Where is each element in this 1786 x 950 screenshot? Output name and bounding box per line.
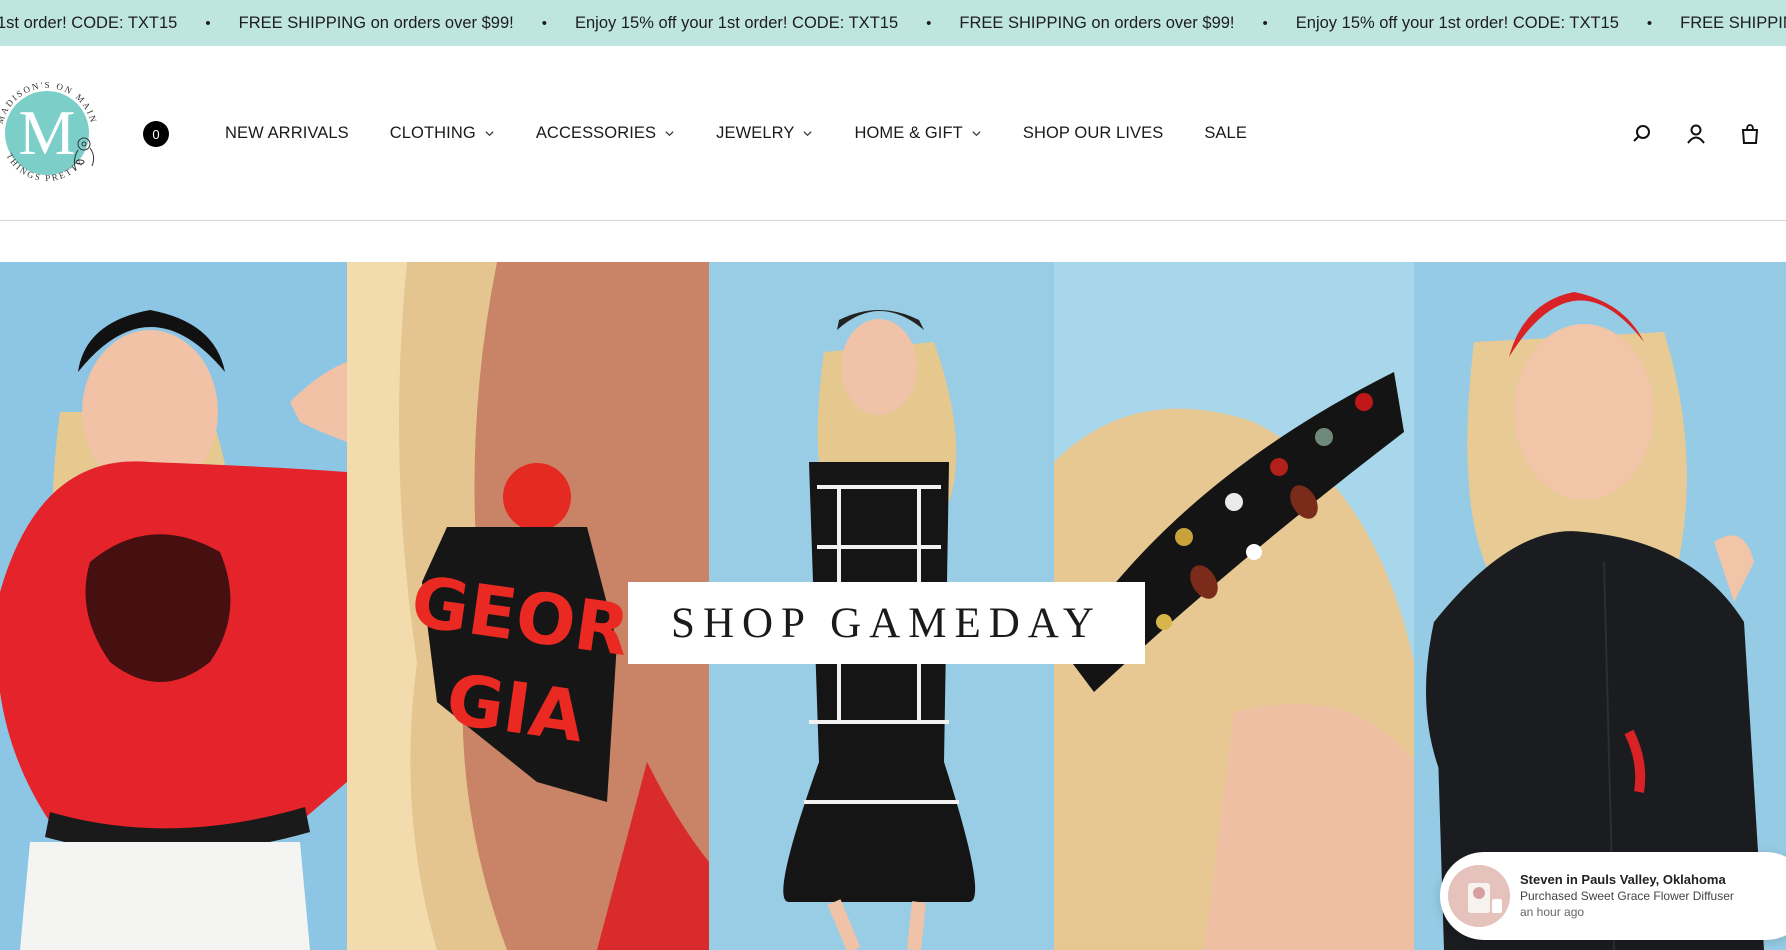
announcement-separator: • [926, 14, 932, 32]
shop-gameday-button[interactable]: SHOP GAMEDAY [628, 582, 1145, 664]
notification-time: an hour ago [1520, 905, 1585, 919]
site-header: M MADISON'S ON MAIN THINGS PRETTY NEW AR… [0, 46, 1786, 221]
nav-home-gift[interactable]: HOME & GIFT [854, 124, 981, 143]
chevron-down-icon [485, 131, 494, 137]
hero-banner[interactable]: GEOR GIA SHOP GAMEDAY [0, 262, 1786, 950]
nav-label: ACCESSORIES [535, 124, 657, 142]
logo-letter: M [19, 97, 76, 168]
chevron-down-icon [972, 131, 981, 137]
announcement-message: FREE SHIPPING on orders over $99! [959, 13, 1235, 32]
product-thumbnail [1448, 865, 1510, 927]
announcement-bar: 1st order! CODE: TXT15 • FREE SHIPPING o… [0, 0, 1786, 46]
cart-icon[interactable] [1738, 122, 1762, 146]
header-actions [1630, 46, 1786, 221]
nav-label: SHOP OUR LIVES [1022, 124, 1164, 142]
nav-shop-our-lives[interactable]: SHOP OUR LIVES [1023, 124, 1163, 143]
announcement-separator: • [205, 14, 211, 32]
nav-label: NEW ARRIVALS [225, 124, 349, 142]
account-icon[interactable] [1684, 122, 1708, 146]
notification-title: Steven in Pauls Valley, Oklahoma [1520, 872, 1726, 887]
store-logo[interactable]: M MADISON'S ON MAIN THINGS PRETTY [0, 74, 106, 192]
nav-label: HOME & GIFT [854, 124, 963, 142]
hero-image-blouse[interactable] [1414, 262, 1786, 950]
nav-label: CLOTHING [389, 124, 476, 142]
nav-label: JEWELRY [716, 124, 795, 142]
announcement-separator: • [1262, 14, 1268, 32]
announcement-message: Enjoy 15% off your 1st order! CODE: TXT1… [575, 13, 899, 32]
notification-text: Steven in Pauls Valley, Oklahoma Purchas… [1520, 872, 1734, 920]
chevron-down-icon [665, 131, 674, 137]
announcement-message: FREE SHIPPING on orders over $99! [238, 13, 514, 32]
chevron-down-icon [803, 131, 813, 137]
nav-label: SALE [1204, 124, 1247, 142]
notification-action: Purchased Sweet Grace Flower Diffuser [1520, 889, 1734, 903]
cart-count-badge[interactable]: 0 [143, 121, 169, 147]
sales-notification-popup[interactable]: Steven in Pauls Valley, Oklahoma Purchas… [1440, 852, 1786, 940]
nav-sale[interactable]: SALE [1204, 124, 1247, 143]
nav-new-arrivals[interactable]: NEW ARRIVALS [225, 124, 349, 143]
nav-clothing[interactable]: CLOTHING [390, 124, 495, 143]
announcement-message: FREE SHIPPING on orders over $99! [1680, 13, 1786, 32]
nav-accessories[interactable]: ACCESSORIES [536, 124, 675, 143]
hero-image-sweater[interactable] [0, 262, 347, 950]
announcement-message: Enjoy 15% off your 1st order! CODE: TXT1… [1295, 13, 1619, 32]
main-navigation: NEW ARRIVALS CLOTHING ACCESSORIES JEWELR… [225, 46, 1247, 221]
nav-jewelry[interactable]: JEWELRY [716, 124, 813, 143]
announcement-marquee: 1st order! CODE: TXT15 • FREE SHIPPING o… [0, 0, 1786, 46]
search-icon[interactable] [1630, 122, 1654, 146]
announcement-separator: • [541, 14, 547, 32]
announcement-message: 1st order! CODE: TXT15 [0, 13, 178, 32]
announcement-separator: • [1646, 14, 1653, 32]
